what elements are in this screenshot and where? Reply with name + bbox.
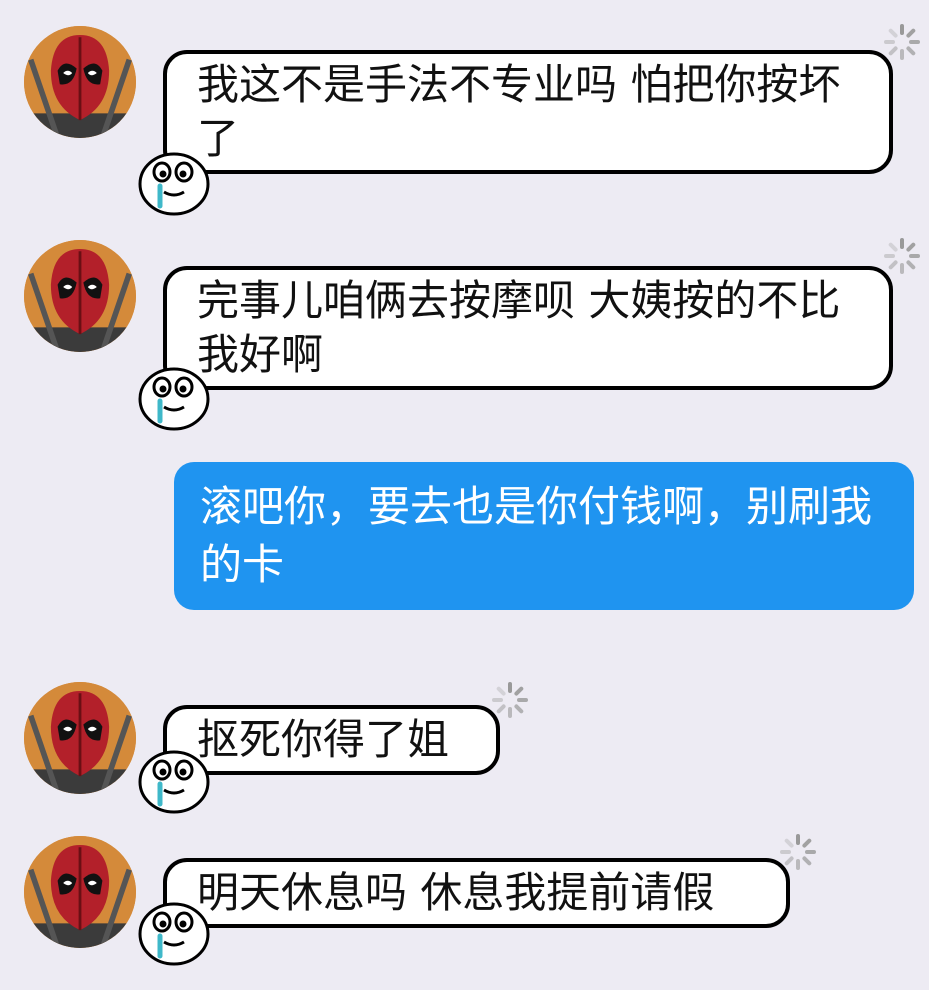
message-text: 抠死你得了姐 — [197, 715, 450, 764]
message-text: 滚吧你，要去也是你付钱啊，别刷我的卡 — [200, 482, 873, 589]
message-text: 完事儿咱俩去按摩呗 大姨按的不比我好啊 — [197, 276, 841, 379]
message-text: 我这不是手法不专业吗 怕把你按坏了 — [197, 60, 841, 163]
loading-spinner-icon — [492, 682, 528, 718]
deadpool-avatar[interactable] — [24, 240, 136, 352]
crying-mascot-icon — [138, 902, 210, 966]
message-bubble-peer[interactable]: 我这不是手法不专业吗 怕把你按坏了 — [163, 50, 893, 174]
deadpool-avatar[interactable] — [24, 26, 136, 138]
message-bubble-peer[interactable]: 完事儿咱俩去按摩呗 大姨按的不比我好啊 — [163, 266, 893, 390]
crying-mascot-icon — [138, 367, 210, 431]
loading-spinner-icon — [884, 24, 920, 60]
message-bubble-self[interactable]: 滚吧你，要去也是你付钱啊，别刷我的卡 — [174, 462, 914, 610]
message-text: 明天休息吗 休息我提前请假 — [197, 868, 715, 917]
message-bubble-peer[interactable]: 明天休息吗 休息我提前请假 — [163, 858, 790, 928]
crying-mascot-icon — [138, 152, 210, 216]
loading-spinner-icon — [884, 238, 920, 274]
crying-mascot-icon — [138, 750, 210, 814]
deadpool-avatar[interactable] — [24, 682, 136, 794]
deadpool-avatar[interactable] — [24, 836, 136, 948]
